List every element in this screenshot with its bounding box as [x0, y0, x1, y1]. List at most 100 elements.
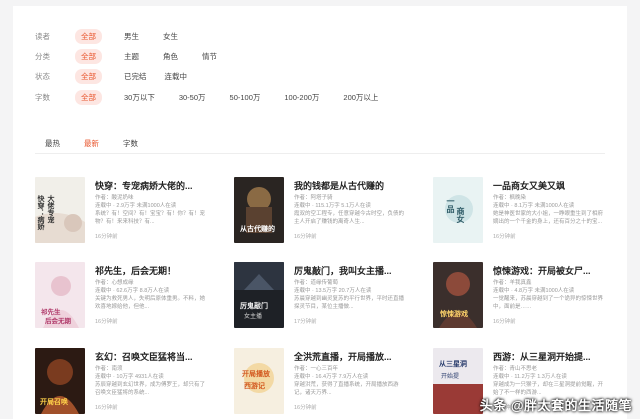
filter-option-female[interactable]: 女生 [163, 31, 178, 42]
svg-text:开始提: 开始提 [441, 372, 459, 380]
book-description: 系统？有！空间？有！宝宝？有！你？有！宠物？有！来来科技？有... [95, 211, 206, 225]
book-card[interactable]: 开局召唤 玄幻：召唤文臣猛将当... 作者：南须 连载中 · 10万字 4931… [35, 348, 225, 418]
book-update-time: 16分钟前 [493, 319, 516, 325]
filter-option-all[interactable]: 全部 [75, 48, 102, 64]
book-stats: 连载中 · 10万字 4931人在读 [95, 374, 164, 380]
book-stats: 连载中 · 13.5万字 20.7万人在读 [294, 288, 372, 294]
book-author: 作者：枫晚染 [493, 195, 527, 201]
svg-text:惊悚游戏: 惊悚游戏 [439, 309, 468, 318]
book-title[interactable]: 一品商女又美又飒 [493, 179, 565, 192]
book-title[interactable]: 厉鬼敲门，我叫女主播... [294, 264, 392, 277]
filter-label: 状态 [35, 71, 50, 81]
book-cover[interactable]: 开局召唤 [35, 348, 85, 414]
book-title[interactable]: 祁先生，后会无期！ [95, 264, 176, 277]
book-card[interactable]: 惊悚游戏 惊悚游戏：开局被女尸... 作者：羊我真鑫 连载中 · 4.8万字 未… [433, 262, 623, 332]
page: 读者 全部 男生 女生 分类 全部 主题 角色 情节 状态 全部 已完结 连载中… [13, 6, 627, 419]
filter-option-role[interactable]: 角色 [163, 51, 178, 62]
book-author: 作者：青山不思老 [493, 366, 538, 372]
book-update-time: 16分钟前 [95, 405, 118, 411]
book-description: 苏辰穿越到玄幻世界，成为傅罗王，却只有了召唤文臣猛将的系统... [95, 382, 206, 396]
filter-wordcount: 字数 全部 30万以下 30-50万 50-100万 100-200万 200万… [35, 89, 378, 105]
filter-option-all[interactable]: 全部 [75, 28, 102, 44]
book-update-time: 16分钟前 [493, 234, 516, 240]
filter-option-theme[interactable]: 主题 [124, 51, 139, 62]
book-cover[interactable]: 厉鬼敲门 女主播 [234, 262, 284, 328]
book-title[interactable]: 全洪荒直播，开局播放... [294, 350, 392, 363]
book-description: 她是神医世家的大小姐，一睁眼重生到了相府嫡出的一个千金的身上，还有百分之十的宝.… [493, 211, 604, 225]
book-title[interactable]: 玄幻：召唤文臣猛将当... [95, 350, 193, 363]
svg-text:厉鬼敲门: 厉鬼敲门 [240, 301, 268, 310]
filter-option-all[interactable]: 全部 [75, 89, 102, 105]
svg-text:一品: 一品 [446, 197, 456, 214]
svg-text:大佬专宠: 大佬专宠 [47, 194, 55, 224]
book-author: 作者：阿塔子骑 [294, 195, 333, 201]
svg-text:开局播放: 开局播放 [242, 369, 271, 378]
book-description: 穿越洪荒，获得了直播系统，开局播放西游记，诸天万界... [294, 382, 399, 396]
book-description: 苏晨穿越到幽灵复苏的平行世界，平时还直播探灵节目，某位主播做... [294, 296, 405, 310]
filter-label: 字数 [35, 92, 50, 102]
book-title[interactable]: 我的钱都是从古代赚的 [294, 179, 384, 192]
book-stats: 连载中 · 115.1万字 5.1万人在读 [294, 203, 371, 209]
filter-option-all[interactable]: 全部 [75, 68, 102, 84]
filter-reader: 读者 全部 男生 女生 [35, 28, 178, 44]
book-card[interactable]: 一品 商女 一品商女又美又飒 作者：枫晚染 连载中 · 8.1万字 未满1000… [433, 177, 623, 247]
book-title[interactable]: 惊悚游戏：开局被女尸... [493, 264, 591, 277]
tab-hottest[interactable]: 最热 [45, 138, 60, 149]
book-update-time: 17分钟前 [294, 319, 317, 325]
book-description: 一觉醒来，苏晨穿越到了一个诡异的惊悚世界中，面前是…… [493, 296, 604, 310]
book-cover[interactable]: 快穿：病娇 大佬专宠 [35, 177, 85, 243]
filter-label: 分类 [35, 51, 50, 61]
filter-option-over-200w[interactable]: 200万以上 [343, 92, 378, 103]
svg-text:从三星洞: 从三星洞 [439, 359, 467, 368]
sort-tabs: 最热 最新 字数 [45, 138, 162, 154]
book-cover[interactable]: 一品 商女 [433, 177, 483, 243]
svg-text:商女: 商女 [456, 206, 466, 224]
book-stats: 连载中 · 8.1万字 未满1000人在读 [493, 203, 575, 209]
tab-wordcount[interactable]: 字数 [123, 138, 138, 149]
book-stats: 连载中 · 16.4万字 7.9万人在读 [294, 374, 369, 380]
filter-label: 读者 [35, 31, 50, 41]
book-cover[interactable]: 从古代赚的 [234, 177, 284, 243]
svg-text:快穿：病娇: 快穿：病娇 [37, 194, 46, 231]
book-cover[interactable]: 从三星洞 开始提 [433, 348, 483, 414]
svg-text:开局召唤: 开局召唤 [40, 397, 68, 406]
book-update-time: 16分钟前 [95, 319, 118, 325]
svg-text:女主播: 女主播 [244, 312, 262, 320]
book-description: 霞双的空工程专，任意穿越今古时空，负债的主人开启了赚钱的离奇人生... [294, 211, 405, 225]
book-title[interactable]: 快穿：专宠病娇大佬的... [95, 179, 193, 192]
filter-option-male[interactable]: 男生 [124, 31, 139, 42]
book-cover[interactable]: 开局播放 西游记 [234, 348, 284, 414]
book-author: 作者：南须 [95, 366, 123, 372]
book-author: 作者：酸泥奶味 [95, 195, 134, 201]
filter-option-ongoing[interactable]: 连载中 [165, 71, 188, 82]
filter-option-50-100w[interactable]: 50-100万 [230, 92, 261, 103]
filter-option-plot[interactable]: 情节 [202, 51, 217, 62]
svg-text:祁先生: 祁先生 [41, 307, 61, 316]
book-title[interactable]: 西游：从三星洞开始提... [493, 350, 591, 363]
svg-text:从古代赚的: 从古代赚的 [240, 224, 275, 233]
filter-status: 状态 全部 已完结 连载中 [35, 68, 188, 84]
book-card[interactable]: 快穿：病娇 大佬专宠 快穿：专宠病娇大佬的... 作者：酸泥奶味 连载中 · 2… [35, 177, 225, 247]
book-card[interactable]: 厉鬼敲门 女主播 厉鬼敲门，我叫女主播... 作者：道缘传葡萄 连载中 · 13… [234, 262, 424, 332]
filter-option-100-200w[interactable]: 100-200万 [284, 92, 319, 103]
svg-text:西游记: 西游记 [244, 381, 265, 390]
filter-option-30-50w[interactable]: 30-50万 [179, 92, 206, 103]
book-card[interactable]: 祁先生 后会无期 祁先生，后会无期！ 作者：心想成缘 连载中 · 62.6万字 … [35, 262, 225, 332]
tab-newest[interactable]: 最新 [84, 138, 99, 154]
book-author: 作者：羊我真鑫 [493, 280, 532, 286]
filter-category: 分类 全部 主题 角色 情节 [35, 48, 217, 64]
book-cover[interactable]: 祁先生 后会无期 [35, 262, 85, 328]
book-card[interactable]: 开局播放 西游记 全洪荒直播，开局播放... 作者：一心三百年 连载中 · 16… [234, 348, 424, 418]
book-update-time: 16分钟前 [95, 234, 118, 240]
book-stats: 连载中 · 2.9万字 未满1000人在读 [95, 203, 177, 209]
filter-option-under-30w[interactable]: 30万以下 [124, 92, 155, 103]
book-stats: 连载中 · 62.6万字 8.8万人在读 [95, 288, 170, 294]
book-stats: 连载中 · 4.8万字 未满1000人在读 [493, 288, 575, 294]
book-card[interactable]: 从古代赚的 我的钱都是从古代赚的 作者：阿塔子骑 连载中 · 115.1万字 5… [234, 177, 424, 247]
svg-text:后会无期: 后会无期 [45, 316, 72, 325]
book-cover[interactable]: 惊悚游戏 [433, 262, 483, 328]
book-author: 作者：心想成缘 [95, 280, 134, 286]
book-stats: 连载中 · 11.2万字 1.3万人在读 [493, 374, 567, 380]
filter-option-completed[interactable]: 已完结 [124, 71, 147, 82]
book-author: 作者：道缘传葡萄 [294, 280, 339, 286]
